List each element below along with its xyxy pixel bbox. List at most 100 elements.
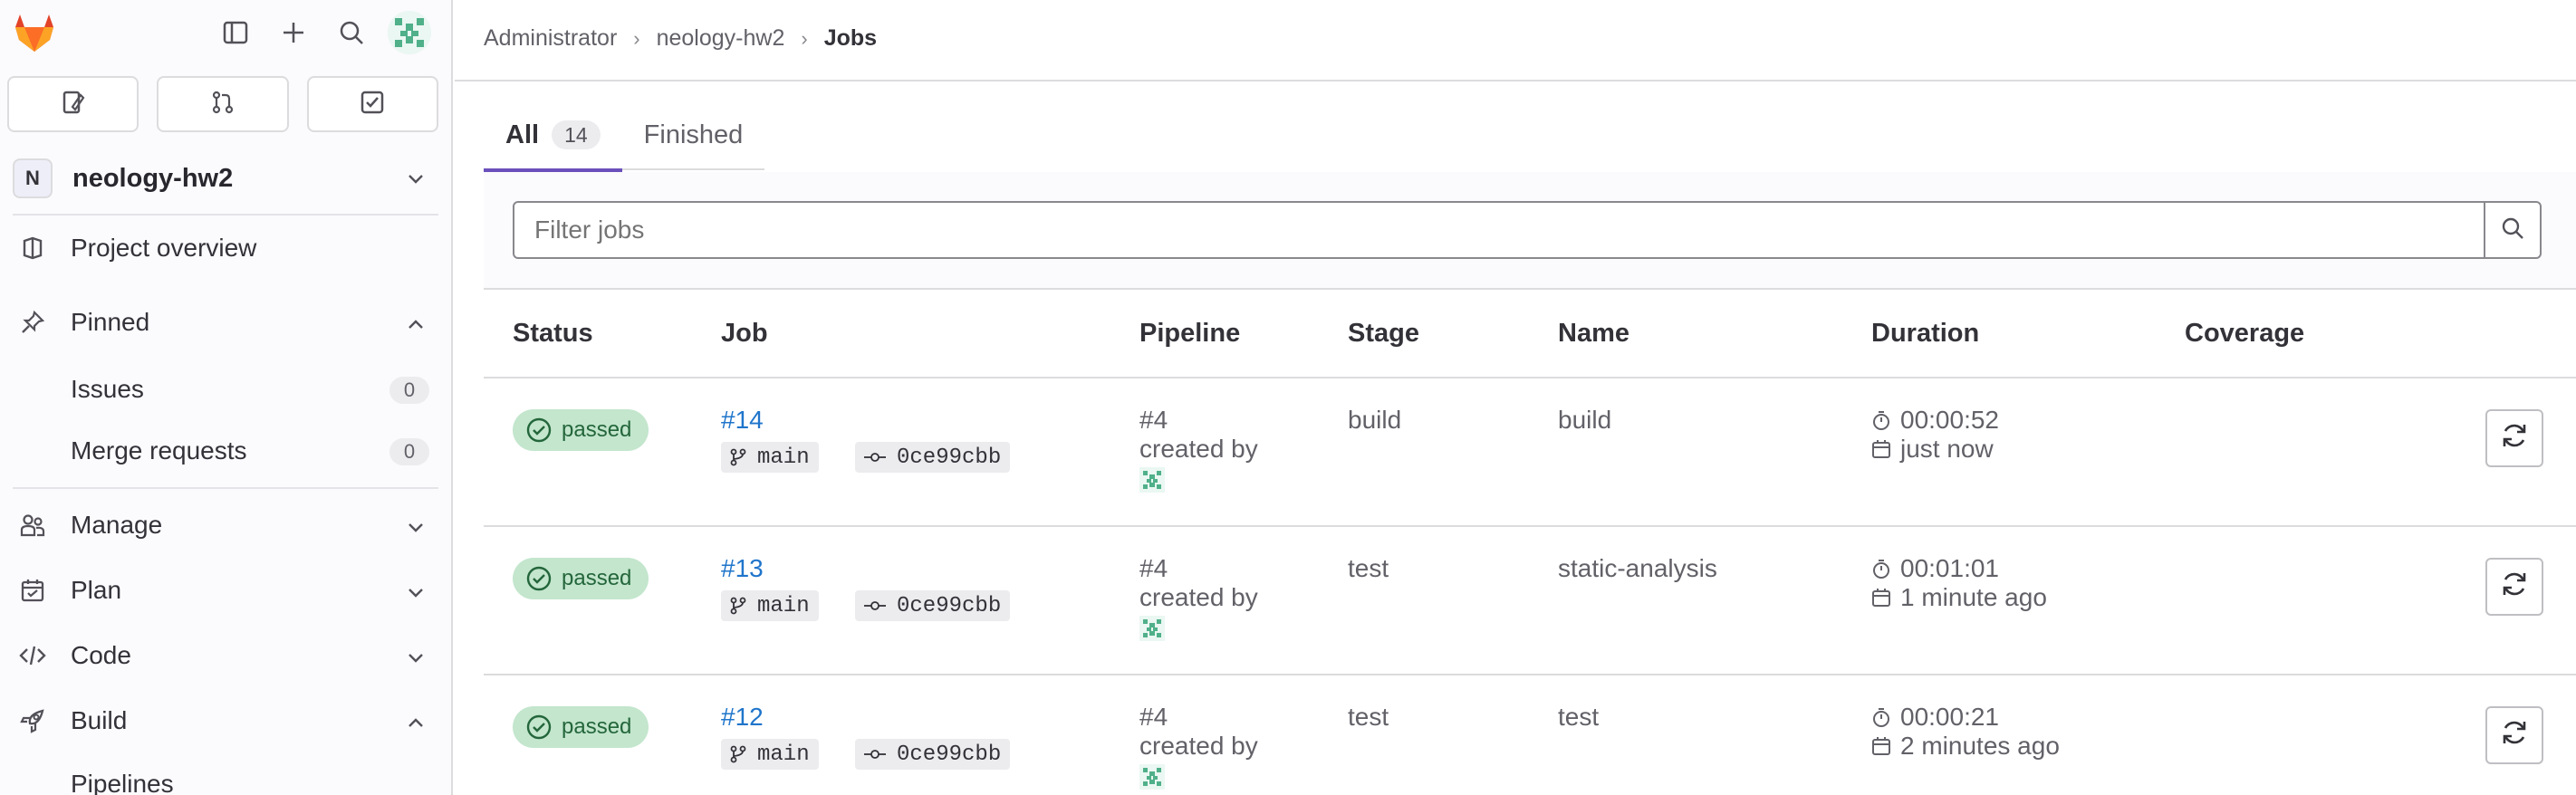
sidebar-item-label: Pinned [71,308,150,336]
pipeline-id-link[interactable]: #4 [1139,554,1258,583]
sidebar-section-pinned[interactable]: Pinned [0,295,451,350]
status-badge[interactable]: passed [513,558,649,599]
merge-requests-count-badge: 0 [389,438,429,465]
sidebar-item-merge-requests[interactable]: Merge requests 0 [0,426,451,476]
sidebar-item-manage[interactable]: Manage [0,498,451,552]
job-name-cell: static-analysis [1558,554,1717,582]
sidebar-item-pipelines[interactable]: Pipelines [0,759,451,795]
table-row: passed #12 main 0ce99cbb #4 created by t… [484,675,2576,795]
retry-icon [2499,717,2530,754]
breadcrumb-item-administrator[interactable]: Administrator [484,25,617,52]
sidebar-item-build[interactable]: Build [0,694,451,748]
branch-name: main [757,742,810,767]
commit-ref[interactable]: 0ce99cbb [855,442,1011,473]
column-header-duration: Duration [1871,319,1980,348]
user-avatar[interactable] [388,11,431,54]
creator-avatar [1139,616,1165,641]
calendar-icon [1871,588,1895,608]
sidebar-item-plan[interactable]: Plan [0,563,451,618]
filter-search-button[interactable] [2484,201,2542,259]
branch-ref[interactable]: main [721,442,819,473]
sidebar-toggle-icon[interactable] [217,14,254,51]
column-header-name: Name [1558,319,1629,348]
pipeline-id-link[interactable]: #4 [1139,406,1258,435]
created-by-label: created by [1139,732,1258,760]
duration-cell: 00:00:21 2 minutes ago [1871,703,2060,761]
branch-ref[interactable]: main [721,739,819,770]
sidebar-header [0,0,451,65]
pipeline-cell: #4 created by [1139,703,1258,790]
search-icon[interactable] [333,14,370,51]
merge-requests-button[interactable] [157,76,289,132]
commit-sha: 0ce99cbb [897,445,1002,470]
commit-icon [864,748,886,761]
duration-cell: 00:00:52 just now [1871,406,1999,464]
sidebar-item-issues[interactable]: Issues 0 [0,364,451,415]
job-id-link[interactable]: #12 [721,703,764,732]
assigned-issues-button[interactable] [7,76,139,132]
sidebar-item-code[interactable]: Code [0,628,451,683]
branch-icon [730,597,746,615]
branch-ref[interactable]: main [721,590,819,621]
column-header-coverage: Coverage [2185,319,2305,348]
job-id-link[interactable]: #14 [721,406,764,435]
commit-ref[interactable]: 0ce99cbb [855,739,1011,770]
top-bar: Administrator › neology-hw2 › Jobs [455,0,2576,81]
branch-name: main [757,445,810,470]
chevron-down-icon [406,168,426,193]
retry-icon [2499,569,2530,606]
stage-cell: test [1348,703,1389,731]
project-avatar: N [13,158,53,198]
filter-jobs-input[interactable] [513,201,2485,259]
project-switcher[interactable]: N neology-hw2 [13,156,438,201]
status-success-icon [526,714,552,740]
gitlab-logo-icon[interactable] [11,9,58,56]
column-header-status: Status [513,319,593,348]
commit-icon [864,599,886,612]
pipeline-cell: #4 created by [1139,406,1258,493]
finished-time: just now [1900,435,1994,463]
duration-value: 00:00:21 [1900,703,1999,731]
sidebar-item-label: Merge requests [71,436,247,465]
retry-job-button[interactable] [2485,706,2543,764]
branch-icon [730,745,746,763]
status-badge[interactable]: passed [513,409,649,451]
breadcrumb-item-project[interactable]: neology-hw2 [657,25,785,52]
pipeline-cell: #4 created by [1139,554,1258,641]
retry-job-button[interactable] [2485,558,2543,616]
duration-cell: 00:01:01 1 minute ago [1871,554,2047,612]
table-header: Status Job Pipeline Stage Name Duration … [484,292,2576,378]
branch-icon [730,448,746,466]
sidebar-item-label: Pipelines [71,770,174,795]
commit-sha: 0ce99cbb [897,742,1002,767]
issues-count-badge: 0 [389,377,429,404]
plus-icon[interactable] [275,14,312,51]
sidebar-item-project-overview[interactable]: Project overview [0,221,451,275]
pipeline-id-link[interactable]: #4 [1139,703,1258,732]
creator-avatar [1139,467,1165,493]
project-name: neology-hw2 [72,163,234,193]
calendar-icon [1871,736,1895,756]
calendar-icon [18,576,47,605]
status-badge[interactable]: passed [513,706,649,748]
column-header-pipeline: Pipeline [1139,319,1241,348]
chevron-down-icon [406,579,426,608]
jobs-table: Status Job Pipeline Stage Name Duration … [484,292,2576,795]
main-content: Administrator › neology-hw2 › Jobs All 1… [455,0,2576,795]
commit-ref[interactable]: 0ce99cbb [855,590,1011,621]
tab-finished[interactable]: Finished [622,100,765,170]
tab-count-badge: 14 [552,120,601,149]
creator-avatar [1139,764,1165,790]
retry-job-button[interactable] [2485,409,2543,467]
sidebar-quick-actions [7,76,438,132]
breadcrumb-item-jobs[interactable]: Jobs [824,25,877,52]
calendar-icon [1871,439,1895,459]
tab-all[interactable]: All 14 [484,100,622,172]
sidebar-item-label: Build [71,706,128,734]
breadcrumb-separator-icon: › [801,26,808,50]
status-label: passed [562,714,632,739]
tab-label: All [505,120,540,149]
todo-list-button[interactable] [306,76,438,132]
chevron-down-icon [406,645,426,674]
job-id-link[interactable]: #13 [721,554,764,583]
